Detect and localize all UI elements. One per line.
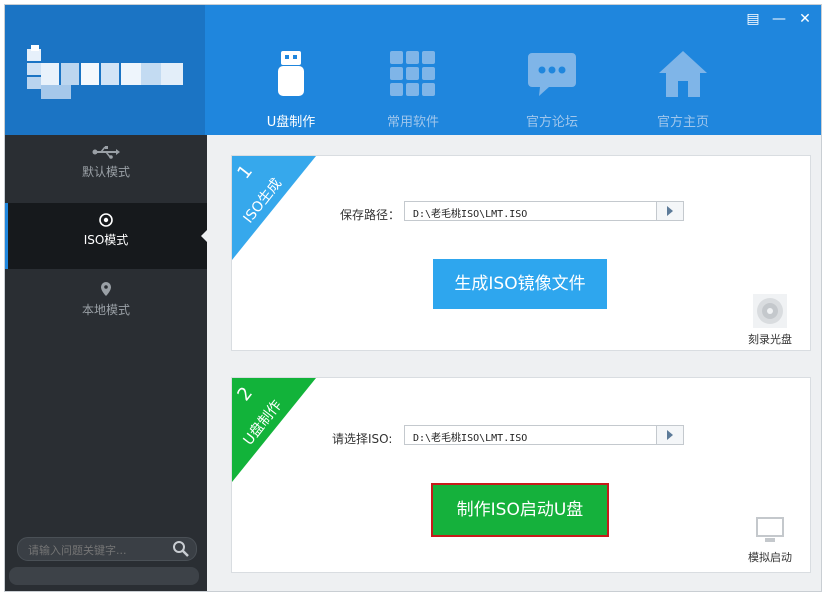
burn-disc-action[interactable]: 刻录光盘	[740, 294, 800, 347]
browse-button[interactable]	[656, 202, 683, 220]
app-window: ▤ — ✕ U盘制作 常用软件 官方论坛 官方主页 默认模式 ISO模式 本地模…	[4, 4, 822, 592]
logo-area	[5, 5, 205, 135]
sidebar-item-label: 默认模式	[81, 165, 130, 179]
make-iso-boot-usb-button[interactable]: 制作ISO启动U盘	[431, 483, 609, 537]
window-controls: ▤ — ✕	[745, 11, 813, 27]
blurred-footer	[9, 567, 199, 585]
home-icon	[659, 51, 707, 97]
blurred-logo	[27, 45, 183, 99]
sidebar-item-default-mode[interactable]: 默认模式	[5, 135, 207, 201]
simulate-boot-icon	[756, 517, 784, 542]
save-path-field	[404, 201, 684, 221]
tab-common-software[interactable]: 常用软件	[363, 49, 463, 133]
sidebar-item-label: 本地模式	[81, 303, 130, 317]
iso-generate-panel: 1 ISO生成 保存路径： 刻录光盘	[231, 155, 811, 351]
minimize-icon[interactable]: —	[771, 11, 787, 27]
location-pin-icon	[101, 282, 111, 296]
tab-label: U盘制作	[266, 115, 316, 130]
generate-iso-button[interactable]: 生成ISO镜像文件	[433, 259, 607, 309]
usb-drive-icon	[278, 51, 304, 96]
sidebar-item-label: ISO模式	[83, 233, 129, 247]
save-path-label: 保存路径：	[340, 208, 401, 222]
usb-symbol-icon	[92, 146, 120, 159]
step-corner-badge: 1 ISO生成	[232, 156, 316, 260]
select-iso-field	[404, 425, 684, 445]
tab-official-home[interactable]: 官方主页	[633, 49, 733, 133]
simulate-boot-label: 模拟启动	[748, 551, 792, 564]
active-indicator-arrow	[201, 228, 209, 244]
search-box	[17, 537, 197, 561]
browse-button[interactable]	[656, 426, 683, 444]
chat-bubble-icon	[528, 53, 576, 96]
close-icon[interactable]: ✕	[797, 11, 813, 27]
sidebar-item-local-mode[interactable]: 本地模式	[5, 271, 207, 337]
burn-disc-label: 刻录光盘	[748, 333, 792, 346]
tab-label: 官方论坛	[525, 115, 578, 130]
save-path-input[interactable]	[411, 204, 665, 220]
usb-make-panel: 2 U盘制作 请选择ISO: 模拟启动	[231, 377, 811, 573]
sidebar-item-iso-mode[interactable]: ISO模式	[5, 203, 207, 269]
sidebar: 默认模式 ISO模式 本地模式	[5, 135, 207, 591]
simulate-boot-action[interactable]: 模拟启动	[740, 516, 800, 565]
menu-icon[interactable]: ▤	[745, 11, 761, 27]
tab-label: 常用软件	[386, 115, 439, 130]
burn-disc-icon	[753, 294, 787, 328]
step-corner-badge: 2 U盘制作	[232, 378, 316, 482]
select-iso-label: 请选择ISO:	[332, 432, 393, 446]
search-input[interactable]	[26, 541, 170, 559]
grid-apps-icon	[390, 51, 435, 96]
select-iso-input[interactable]	[411, 428, 665, 444]
tab-official-forum[interactable]: 官方论坛	[502, 49, 602, 133]
disc-icon	[99, 213, 113, 227]
header-bar: ▤ — ✕ U盘制作 常用软件 官方论坛 官方主页	[5, 5, 821, 135]
tab-label: 官方主页	[656, 115, 709, 130]
tab-usb-make[interactable]: U盘制作	[241, 49, 341, 133]
search-icon[interactable]	[172, 540, 190, 558]
